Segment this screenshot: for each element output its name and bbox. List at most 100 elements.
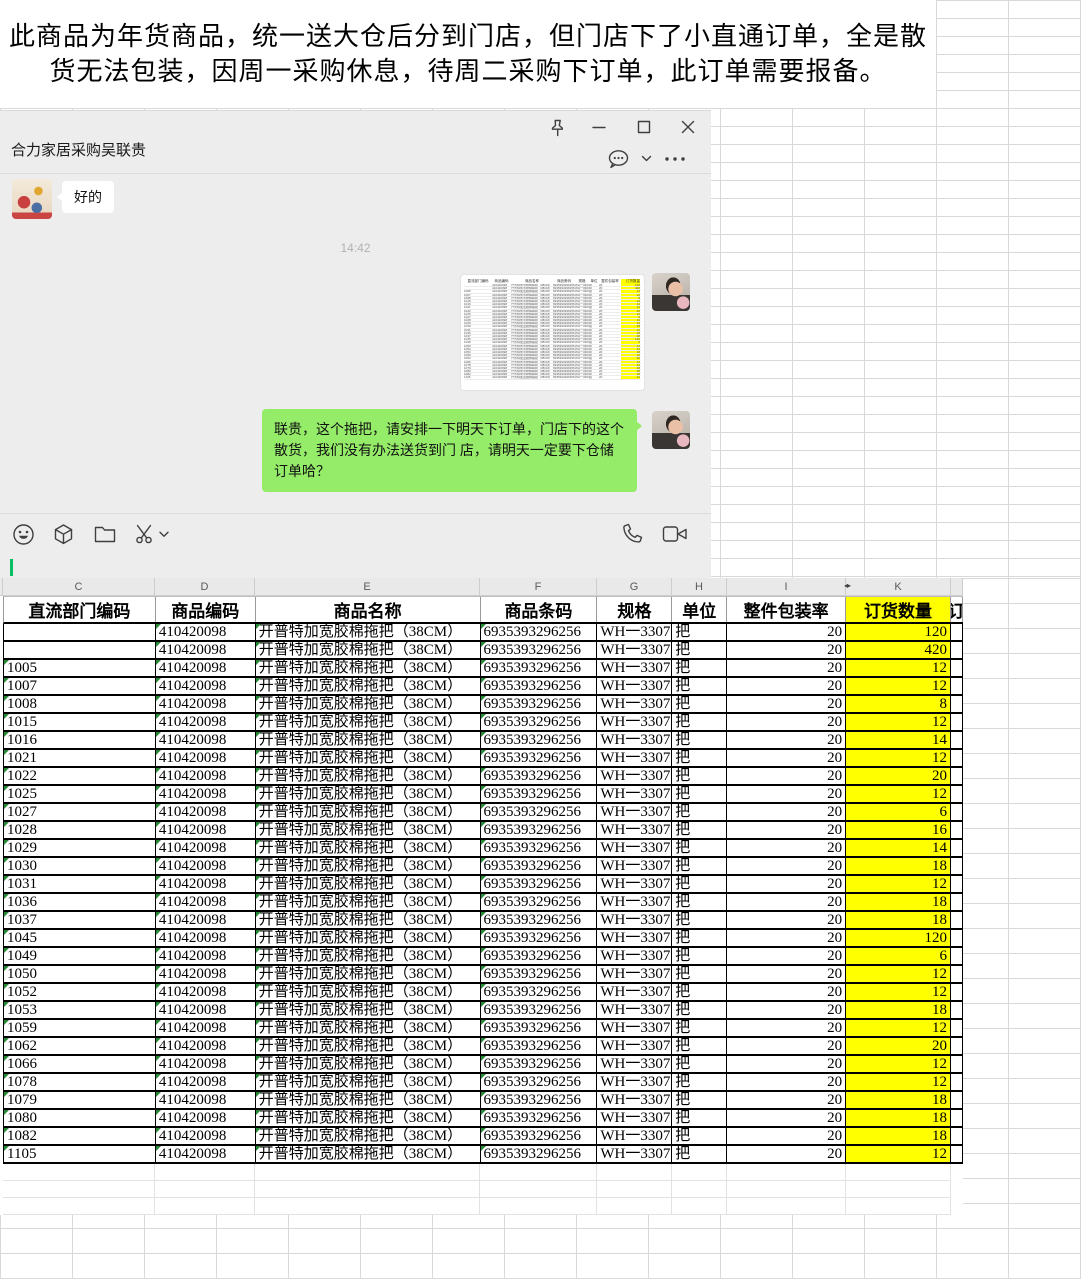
cell[interactable]: 410420098 <box>156 822 256 838</box>
cell[interactable]: 20 <box>727 984 846 1000</box>
cell[interactable]: 把 <box>672 750 727 766</box>
cell-partial[interactable] <box>951 912 963 928</box>
cell[interactable]: 410420098 <box>156 642 256 658</box>
cell-partial[interactable] <box>951 822 963 838</box>
cell[interactable]: 6935393296256 <box>481 1038 598 1054</box>
cell[interactable]: 410420098 <box>156 768 256 784</box>
cell[interactable]: 20 <box>727 966 846 982</box>
cell[interactable]: 6 <box>846 804 951 820</box>
maximize-icon[interactable] <box>636 119 652 135</box>
empty-cell[interactable] <box>597 1181 672 1198</box>
empty-cell[interactable] <box>3 1198 155 1215</box>
cell[interactable]: 开普特加宽胶棉拖把（38CM） <box>256 642 481 658</box>
cell[interactable]: 6935393296256 <box>481 678 598 694</box>
empty-cell[interactable] <box>255 1181 480 1198</box>
cell[interactable]: 1015 <box>4 714 156 730</box>
cell[interactable]: 把 <box>672 912 727 928</box>
column-letter-E[interactable]: E <box>255 578 480 595</box>
hidden-column-indicator[interactable]: ◂▸ <box>838 581 856 590</box>
cell[interactable]: 把 <box>672 876 727 892</box>
cell[interactable]: 把 <box>672 966 727 982</box>
cell[interactable]: 开普特加宽胶棉拖把（38CM） <box>256 948 481 964</box>
cell[interactable]: 开普特加宽胶棉拖把（38CM） <box>256 660 481 676</box>
empty-cell[interactable] <box>155 1181 255 1198</box>
cell[interactable]: 6935393296256 <box>481 948 598 964</box>
chevron-down-icon[interactable] <box>641 155 652 163</box>
cell[interactable]: 410420098 <box>156 732 256 748</box>
cell[interactable]: 410420098 <box>156 948 256 964</box>
cell[interactable]: 1059 <box>4 1020 156 1036</box>
cell[interactable]: 6935393296256 <box>481 876 598 892</box>
cell[interactable]: 1037 <box>4 912 156 928</box>
empty-cell[interactable] <box>672 1181 727 1198</box>
cell[interactable]: 把 <box>672 660 727 676</box>
cell[interactable]: 14 <box>846 732 951 748</box>
cell[interactable]: WH一3307 <box>597 876 672 892</box>
cell[interactable]: 开普特加宽胶棉拖把（38CM） <box>256 804 481 820</box>
cell[interactable]: 20 <box>727 1020 846 1036</box>
cell[interactable]: 410420098 <box>156 1128 256 1144</box>
cell[interactable]: 12 <box>846 1020 951 1036</box>
cell[interactable]: 18 <box>846 1002 951 1018</box>
cell[interactable]: 把 <box>672 948 727 964</box>
cell[interactable]: 410420098 <box>156 804 256 820</box>
cell[interactable]: 410420098 <box>156 876 256 892</box>
cell[interactable]: 开普特加宽胶棉拖把（38CM） <box>256 714 481 730</box>
cell[interactable]: 12 <box>846 678 951 694</box>
cell[interactable]: 1082 <box>4 1128 156 1144</box>
cell[interactable]: 12 <box>846 876 951 892</box>
cell[interactable]: 20 <box>727 1074 846 1090</box>
cell[interactable]: WH一3307 <box>597 1128 672 1144</box>
cell[interactable]: 开普特加宽胶棉拖把（38CM） <box>256 1038 481 1054</box>
cell[interactable]: 6935393296256 <box>481 1074 598 1090</box>
cell[interactable]: WH一3307 <box>597 966 672 982</box>
cell[interactable]: 1021 <box>4 750 156 766</box>
cell[interactable]: 20 <box>727 894 846 910</box>
cell[interactable]: 6935393296256 <box>481 1002 598 1018</box>
cell[interactable]: 把 <box>672 714 727 730</box>
column-letter-partial[interactable] <box>951 578 963 595</box>
cell[interactable]: 6935393296256 <box>481 714 598 730</box>
cell[interactable]: 开普特加宽胶棉拖把（38CM） <box>256 750 481 766</box>
screenshot-scissors-icon[interactable] <box>133 522 157 546</box>
chat-bubble-ellipsis-icon[interactable] <box>607 149 631 171</box>
cell[interactable]: 18 <box>846 1092 951 1108</box>
cell[interactable]: 开普特加宽胶棉拖把（38CM） <box>256 624 481 640</box>
cell[interactable]: 410420098 <box>156 714 256 730</box>
cell[interactable]: 开普特加宽胶棉拖把（38CM） <box>256 1074 481 1090</box>
header-cell[interactable]: 单位 <box>672 597 727 622</box>
cell[interactable]: 开普特加宽胶棉拖把（38CM） <box>256 858 481 874</box>
cell[interactable]: 1062 <box>4 1038 156 1054</box>
cell[interactable]: 12 <box>846 966 951 982</box>
empty-cell[interactable] <box>727 1181 846 1198</box>
cell[interactable]: 6935393296256 <box>481 858 598 874</box>
cell[interactable]: 20 <box>727 660 846 676</box>
cell[interactable]: 1045 <box>4 930 156 946</box>
cell-partial[interactable] <box>951 768 963 784</box>
cell[interactable]: 410420098 <box>156 984 256 1000</box>
cell[interactable]: 1105 <box>4 1146 156 1162</box>
chat-image-thumbnail[interactable]: 直流部门编码商品编码商品名称商品条码规格单位整件包装率订货数量410420098… <box>460 274 645 391</box>
cell[interactable]: 20 <box>727 642 846 658</box>
cell[interactable]: 1030 <box>4 858 156 874</box>
cell[interactable]: WH一3307 <box>597 912 672 928</box>
cell[interactable]: 20 <box>727 732 846 748</box>
cell[interactable]: 410420098 <box>156 1002 256 1018</box>
empty-cell[interactable] <box>3 1181 155 1198</box>
cell[interactable]: WH一3307 <box>597 1092 672 1108</box>
empty-cell[interactable] <box>255 1198 480 1215</box>
cell[interactable]: 1028 <box>4 822 156 838</box>
cell[interactable]: WH一3307 <box>597 1020 672 1036</box>
cell-partial[interactable] <box>951 678 963 694</box>
cell[interactable]: 开普特加宽胶棉拖把（38CM） <box>256 1128 481 1144</box>
cell[interactable]: 6935393296256 <box>481 1056 598 1072</box>
cell[interactable]: 18 <box>846 858 951 874</box>
cell[interactable]: 6935393296256 <box>481 1146 598 1162</box>
cell[interactable]: 把 <box>672 1128 727 1144</box>
cell[interactable]: 1029 <box>4 840 156 856</box>
cell[interactable]: 6935393296256 <box>481 786 598 802</box>
column-letter-C[interactable]: C <box>3 578 155 595</box>
voice-call-icon[interactable] <box>620 522 644 546</box>
cell-partial[interactable] <box>951 642 963 658</box>
cell[interactable]: 410420098 <box>156 894 256 910</box>
